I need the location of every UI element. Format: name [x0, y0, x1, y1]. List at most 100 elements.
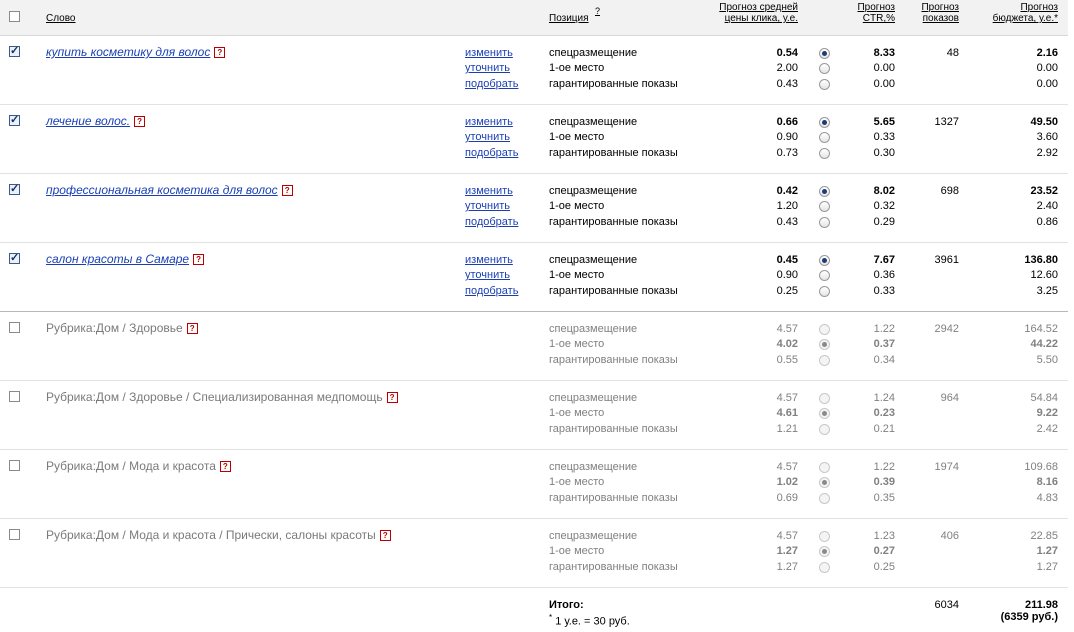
budget-value: 1.27: [1036, 561, 1058, 573]
column-position[interactable]: Позиция: [549, 13, 589, 24]
position-radio[interactable]: [819, 531, 830, 542]
ctr-value: 0.29: [873, 216, 895, 228]
refine-link[interactable]: уточнить: [465, 269, 510, 281]
position-radio[interactable]: [819, 132, 830, 143]
help-icon[interactable]: ?: [134, 116, 146, 127]
position-radio[interactable]: [819, 546, 830, 557]
column-budget[interactable]: Прогноз бюджета, у.е.*: [970, 2, 1058, 24]
position-label: гарантированные показы: [549, 147, 678, 159]
table-row: Рубрика:Дом / Здоровье / Специализирован…: [0, 381, 1068, 450]
table-row: лечение волос.? изменить уточнить подобрать…: [0, 105, 1068, 174]
position-help-icon[interactable]: ?: [595, 6, 600, 16]
refine-link[interactable]: уточнить: [465, 200, 510, 212]
position-radio[interactable]: [819, 324, 830, 335]
position-label: спецразмещение: [549, 116, 638, 128]
budget-value: 49.50: [1030, 116, 1058, 128]
budget-value: 2.16: [1036, 47, 1058, 59]
position-radio[interactable]: [819, 79, 830, 90]
price-value: 1.02: [776, 476, 798, 488]
shows-value: 48: [946, 47, 959, 59]
row-checkbox[interactable]: [9, 529, 20, 540]
column-shows[interactable]: Прогноз показов: [905, 2, 959, 24]
row-checkbox[interactable]: [9, 460, 20, 471]
position-label: 1-ое место: [549, 545, 605, 557]
row-checkbox[interactable]: [9, 44, 20, 57]
price-value: 4.61: [776, 407, 798, 419]
position-radio[interactable]: [819, 63, 830, 74]
price-value: 4.57: [776, 530, 798, 542]
help-icon[interactable]: ?: [386, 392, 398, 403]
change-link[interactable]: изменить: [465, 185, 513, 197]
position-label: гарантированные показы: [549, 285, 678, 297]
refine-link[interactable]: уточнить: [465, 131, 510, 143]
ctr-value: 1.23: [873, 530, 895, 542]
pick-link[interactable]: подобрать: [465, 78, 518, 90]
budget-value: 5.50: [1036, 354, 1058, 366]
select-all-checkbox[interactable]: [9, 11, 20, 22]
position-radio[interactable]: [819, 493, 830, 504]
keyword-link: Рубрика:Дом / Мода и красота?: [46, 459, 231, 473]
position-radio[interactable]: [819, 355, 830, 366]
position-radio[interactable]: [819, 186, 830, 197]
keyword-link[interactable]: салон красоты в Самаре?: [46, 252, 205, 266]
pick-link[interactable]: подобрать: [465, 216, 518, 228]
position-radio[interactable]: [819, 477, 830, 488]
column-ctr[interactable]: Прогноз CTR,%: [840, 2, 895, 24]
budget-value: 4.83: [1036, 492, 1058, 504]
position-radio[interactable]: [819, 270, 830, 281]
keyword-link[interactable]: лечение волос.?: [46, 114, 146, 128]
change-link[interactable]: изменить: [465, 47, 513, 59]
keyword-link[interactable]: профессиональная косметика для волос?: [46, 183, 293, 197]
position-radio[interactable]: [819, 562, 830, 573]
position-radio[interactable]: [819, 408, 830, 419]
row-checkbox[interactable]: [9, 182, 20, 195]
row-checkbox[interactable]: [9, 113, 20, 126]
position-radio[interactable]: [819, 255, 830, 266]
totals-label: Итого:: [549, 599, 584, 611]
ctr-value: 0.39: [873, 476, 895, 488]
column-word[interactable]: Слово: [46, 13, 76, 24]
position-radio[interactable]: [819, 117, 830, 128]
pick-link[interactable]: подобрать: [465, 285, 518, 297]
position-label: спецразмещение: [549, 185, 638, 197]
change-link[interactable]: изменить: [465, 254, 513, 266]
help-icon[interactable]: ?: [379, 530, 391, 541]
budget-value: 9.22: [1036, 407, 1058, 419]
position-radio[interactable]: [819, 148, 830, 159]
budget-value: 0.86: [1036, 216, 1058, 228]
ctr-value: 7.67: [873, 254, 895, 266]
help-icon[interactable]: ?: [186, 323, 198, 334]
position-radio[interactable]: [819, 217, 830, 228]
ctr-value: 8.02: [873, 185, 895, 197]
budget-value: 54.84: [1030, 392, 1058, 404]
position-radio[interactable]: [819, 393, 830, 404]
help-icon[interactable]: ?: [193, 254, 205, 265]
ctr-value: 0.33: [873, 285, 895, 297]
keyword-link[interactable]: купить косметику для волос?: [46, 45, 226, 59]
position-radio[interactable]: [819, 462, 830, 473]
position-radio[interactable]: [819, 201, 830, 212]
row-checkbox[interactable]: [9, 251, 20, 264]
pick-link[interactable]: подобрать: [465, 147, 518, 159]
change-link[interactable]: изменить: [465, 116, 513, 128]
column-avg-price[interactable]: Прогноз средней цены клика, у.е.: [690, 2, 798, 24]
position-radio[interactable]: [819, 48, 830, 59]
help-icon[interactable]: ?: [219, 461, 231, 472]
position-radio[interactable]: [819, 424, 830, 435]
row-checkbox[interactable]: [9, 391, 20, 402]
row-checkbox[interactable]: [9, 322, 20, 333]
position-radio[interactable]: [819, 339, 830, 350]
price-value: 4.57: [776, 323, 798, 335]
help-icon[interactable]: ?: [281, 185, 293, 196]
ctr-value: 1.24: [873, 392, 895, 404]
help-icon[interactable]: ?: [214, 47, 226, 58]
totals-budget-rub: (6359 руб.): [1000, 611, 1058, 623]
position-label: спецразмещение: [549, 254, 638, 266]
price-value: 4.02: [776, 338, 798, 350]
price-value: 0.25: [776, 285, 798, 297]
budget-value: 0.00: [1036, 78, 1058, 90]
table-row: салон красоты в Самаре? изменить уточнить п…: [0, 243, 1068, 312]
position-radio[interactable]: [819, 286, 830, 297]
price-value: 2.00: [776, 62, 798, 74]
refine-link[interactable]: уточнить: [465, 62, 510, 74]
